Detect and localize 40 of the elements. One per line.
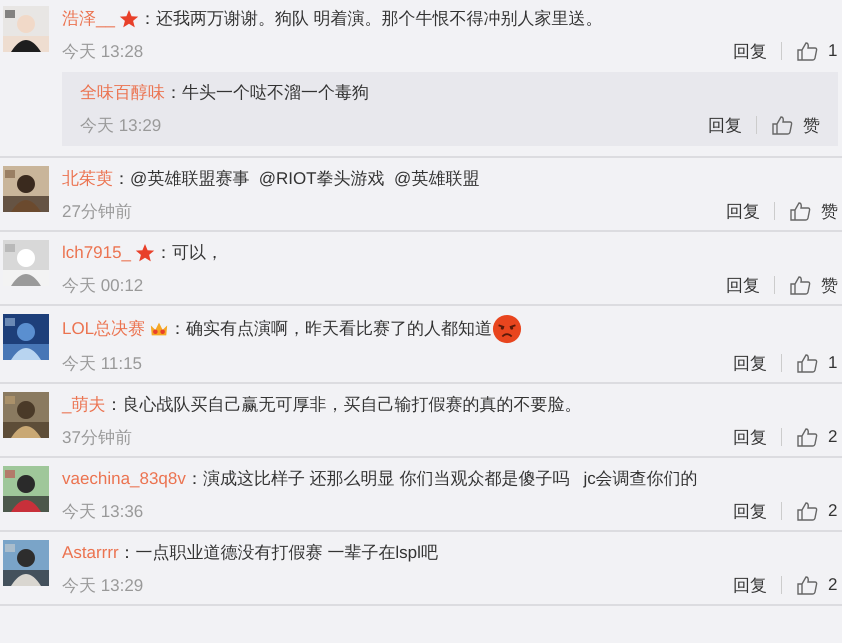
like-count: 2 <box>828 575 838 595</box>
like-count: 赞 <box>821 274 838 296</box>
thumbs-up-icon[interactable] <box>789 201 811 221</box>
like-count: 2 <box>828 427 838 447</box>
reply-link[interactable]: 回复 <box>726 200 760 222</box>
comment-time: 今天 11:15 <box>62 352 142 374</box>
comment-time: 今天 13:29 <box>80 114 162 136</box>
comment-text: ：确实有点演啊，昨天看比赛了的人都知道 <box>169 318 492 340</box>
reply-link[interactable]: 回复 <box>733 574 767 596</box>
comment-text: ：@英雄联盟赛事 @RIOT拳头游戏 @英雄联盟 <box>113 168 480 190</box>
like-count: 1 <box>828 353 838 373</box>
comment-text: ：牛头一个哒不溜一个毒狗 <box>165 82 369 104</box>
reply-link[interactable]: 回复 <box>733 426 767 448</box>
like-count: 1 <box>828 41 838 61</box>
comment-text: ：可以， <box>155 242 224 264</box>
comment-time: 今天 13:29 <box>62 574 144 596</box>
comment-text: ：还我两万谢谢。狗队 明着演。那个牛恨不得冲别人家里送。 <box>138 8 603 30</box>
comment-text: ：一点职业道德没有打假赛 一辈子在lspl吧 <box>118 542 438 564</box>
thumbs-up-icon[interactable] <box>771 115 793 135</box>
reply-link[interactable]: 回复 <box>733 500 767 522</box>
thumbs-up-icon[interactable] <box>796 353 818 373</box>
reply-link[interactable]: 回复 <box>726 274 760 296</box>
reply-link[interactable]: 回复 <box>708 114 742 136</box>
comment-time: 37分钟前 <box>62 426 132 448</box>
like-count: 2 <box>828 501 838 521</box>
comment-time: 今天 13:28 <box>62 40 144 62</box>
reply-link[interactable]: 回复 <box>733 352 767 374</box>
thumbs-up-icon[interactable] <box>796 427 818 447</box>
comment-text: ：良心战队买自己赢无可厚非，买自己输打假赛的真的不要脸。 <box>105 394 582 416</box>
thumbs-up-icon[interactable] <box>796 501 818 521</box>
thumbs-up-icon[interactable] <box>789 275 811 295</box>
comment-text: ：演成这比样子 还那么明显 你们当观众都是傻子吗 jc会调查你们的 <box>186 468 698 490</box>
comment-time: 今天 00:12 <box>62 274 144 296</box>
comment-time: 今天 13:36 <box>62 500 144 522</box>
comment-time: 27分钟前 <box>62 200 132 222</box>
thumbs-up-icon[interactable] <box>796 41 818 61</box>
thumbs-up-icon[interactable] <box>796 575 818 595</box>
like-count: 赞 <box>821 200 838 222</box>
like-count: 赞 <box>803 114 820 136</box>
reply-link[interactable]: 回复 <box>733 40 767 62</box>
